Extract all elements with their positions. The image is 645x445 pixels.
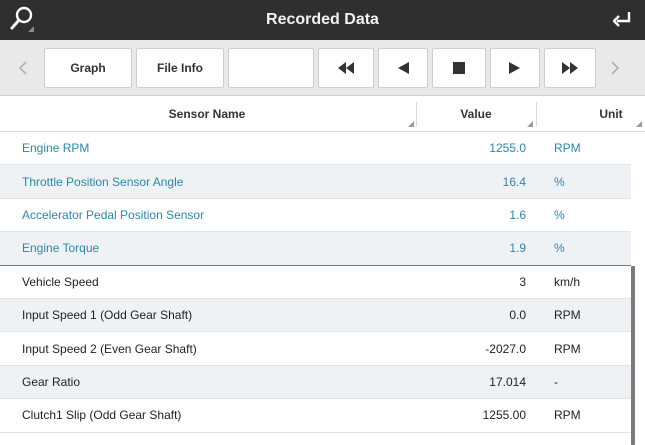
stop-button[interactable] <box>432 48 486 88</box>
fast-forward-button[interactable] <box>544 48 596 88</box>
sensor-name: Clutch1 Slip (Odd Gear Shaft) <box>22 408 182 423</box>
scroll-left-button[interactable] <box>14 48 32 88</box>
graph-button[interactable]: Graph <box>44 48 132 88</box>
sensor-unit: % <box>554 241 565 256</box>
blank-button[interactable] <box>228 48 314 88</box>
search-button[interactable] <box>6 4 40 36</box>
table-row[interactable]: Input Speed 2 (Even Gear Shaft) -2027.0 … <box>0 332 631 366</box>
scrollbar-thumb[interactable] <box>631 266 635 445</box>
file-info-button-label: File Info <box>157 61 203 75</box>
sensor-unit: - <box>554 374 558 389</box>
column-resize-icon <box>408 121 414 127</box>
chevron-right-icon <box>611 61 620 75</box>
sensor-name: Gear Ratio <box>22 374 81 389</box>
sensor-value: 3 <box>519 274 526 289</box>
sensor-unit: km/h <box>554 274 581 289</box>
rewind-button[interactable] <box>318 48 374 88</box>
sensor-unit: RPM <box>554 341 581 356</box>
sensor-value: 1255.00 <box>482 408 526 423</box>
graph-button-label: Graph <box>70 61 106 75</box>
sensor-value: 0.0 <box>509 308 526 323</box>
sensor-name: Input Speed 1 (Odd Gear Shaft) <box>22 308 193 323</box>
sensor-name: Vehicle Speed <box>22 274 99 289</box>
column-unit-label: Unit <box>599 107 623 121</box>
column-resize-icon <box>636 121 642 127</box>
sensor-value: 1255.0 <box>489 141 526 156</box>
column-value-label: Value <box>460 107 492 121</box>
back-button[interactable] <box>605 4 639 36</box>
sensor-table: Engine RPM 1255.0 RPM Throttle Position … <box>0 132 631 433</box>
step-back-button[interactable] <box>378 48 428 88</box>
table-row[interactable]: Vehicle Speed 3 km/h <box>0 266 631 299</box>
page-title: Recorded Data <box>266 11 379 28</box>
sensor-value: 1.9 <box>509 241 526 256</box>
scroll-right-button[interactable] <box>606 48 624 88</box>
return-arrow-icon <box>612 12 631 27</box>
table-row[interactable]: Clutch1 Slip (Odd Gear Shaft) 1255.00 RP… <box>0 399 631 433</box>
column-sensor-name[interactable]: Sensor Name <box>0 96 414 132</box>
column-value[interactable]: Value <box>417 96 535 132</box>
table-row[interactable]: Accelerator Pedal Position Sensor 1.6 % <box>0 199 631 233</box>
toolbar: Graph File Info <box>0 40 645 96</box>
sensor-value: -2027.0 <box>485 341 526 356</box>
table-row[interactable]: Input Speed 1 (Odd Gear Shaft) 0.0 RPM <box>0 298 631 333</box>
sensor-unit: RPM <box>554 308 581 323</box>
sensor-unit: % <box>554 207 565 222</box>
rewind-icon <box>338 62 354 74</box>
step-back-icon <box>398 62 409 74</box>
sensor-unit: RPM <box>554 141 581 156</box>
fast-forward-icon <box>562 62 578 74</box>
stop-icon <box>453 62 465 74</box>
sensor-name: Engine RPM <box>22 141 90 156</box>
play-icon <box>509 62 520 74</box>
play-button[interactable] <box>490 48 540 88</box>
sensor-name: Input Speed 2 (Even Gear Shaft) <box>22 341 197 356</box>
sensor-value: 16.4 <box>502 174 526 189</box>
title-bar: Recorded Data <box>0 0 645 40</box>
column-resize-icon <box>527 121 533 127</box>
chevron-left-icon <box>18 61 27 75</box>
table-row[interactable]: Engine Torque 1.9 % <box>0 232 631 266</box>
table-row[interactable]: Throttle Position Sensor Angle 16.4 % <box>0 165 631 199</box>
sensor-unit: % <box>554 174 565 189</box>
sensor-unit: RPM <box>554 408 581 423</box>
sensor-value: 17.014 <box>489 374 526 389</box>
table-row[interactable]: Gear Ratio 17.014 - <box>0 365 631 400</box>
sensor-name: Engine Torque <box>22 241 100 256</box>
sensor-name: Accelerator Pedal Position Sensor <box>22 207 205 222</box>
table-row[interactable]: Engine RPM 1255.0 RPM <box>0 132 631 166</box>
file-info-button[interactable]: File Info <box>136 48 224 88</box>
sensor-value: 1.6 <box>509 207 526 222</box>
column-unit[interactable]: Unit <box>537 96 645 132</box>
column-sensor-name-label: Sensor Name <box>168 107 246 121</box>
sensor-name: Throttle Position Sensor Angle <box>22 174 184 189</box>
table-header: Sensor Name Value Unit <box>0 96 645 132</box>
search-icon <box>10 6 34 32</box>
